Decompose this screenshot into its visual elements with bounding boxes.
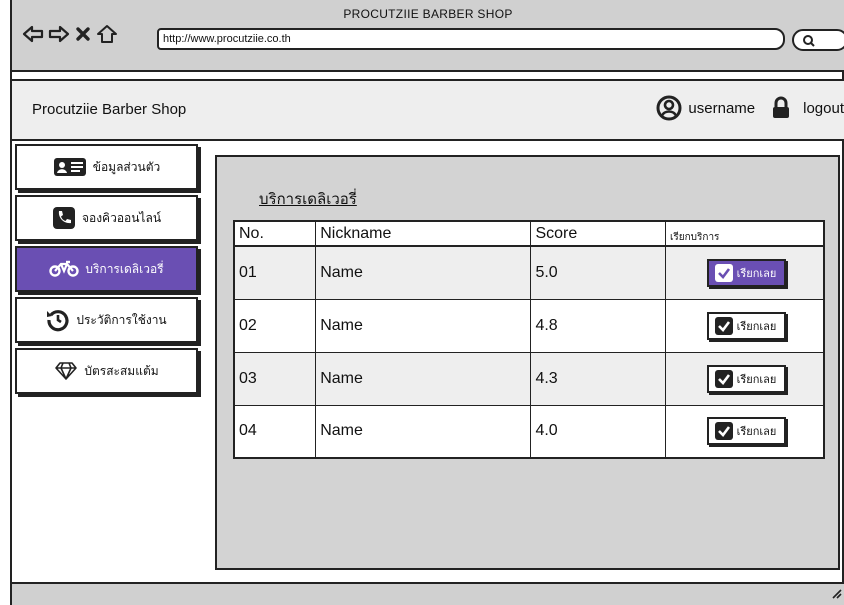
row-no: 02 [233,298,317,353]
row-nickname: Name [315,404,532,459]
checkbox-checked-icon [714,263,733,282]
call-now-button[interactable]: เรียกเลย [706,364,787,393]
sidebar-item-label: ข้อมูลส่วนตัว [92,159,161,174]
logout-link[interactable]: logout [803,100,844,117]
history-icon [46,308,70,332]
sidebar-item-label: บัตรสะสมแต้ม [84,363,159,378]
column-header-no: No. [233,220,317,247]
diamond-icon [54,361,78,381]
column-header-call: เรียกบริการ [664,220,825,247]
username-label[interactable]: username [688,100,755,117]
call-now-label: เรียกเลย [736,425,777,439]
table-row: 03 Name 4.3 เรียกเลย [233,351,825,406]
call-now-button[interactable]: เรียกเลย [706,258,787,287]
checkbox-checked-icon [714,316,733,335]
table-row: 04 Name 4.0 เรียกเลย [233,404,825,459]
row-score: 5.0 [530,245,666,300]
call-now-button[interactable]: เรียกเลย [706,311,787,340]
row-no: 03 [233,351,317,406]
table-header-row: No. Nickname Score เรียกบริการ [233,220,825,247]
user-area: username logout [656,95,844,121]
phone-icon [52,206,76,230]
sidebar-item-label: ประวัติการใช้งาน [76,312,167,327]
row-no: 01 [233,245,317,300]
sidebar-item-points[interactable]: บัตรสะสมแต้ม [15,348,198,394]
call-now-label: เรียกเลย [736,372,777,386]
user-avatar-icon [656,95,682,121]
brand-name: Procutziie Barber Shop [32,101,187,118]
browser-toolbar: PROCUTZIIE BARBER SHOP http://www.procut… [12,0,844,72]
row-call-cell: เรียกเลย [664,404,825,459]
main-panel: บริการเดลิเวอรี่ No. Nickname Score เรีย… [215,155,840,570]
row-no: 04 [233,404,317,459]
row-nickname: Name [315,298,532,353]
row-call-cell: เรียกเลย [664,245,825,300]
call-now-label: เรียกเลย [736,319,777,333]
call-now-button[interactable]: เรียกเลย [706,417,787,446]
row-score: 4.8 [530,298,666,353]
row-call-cell: เรียกเลย [664,351,825,406]
table-row: 02 Name 4.8 เรียกเลย [233,298,825,353]
window-title: PROCUTZIIE BARBER SHOP [343,7,513,21]
row-nickname: Name [315,245,532,300]
status-bar [12,582,844,605]
checkbox-checked-icon [714,369,733,388]
browser-window: PROCUTZIIE BARBER SHOP http://www.procut… [10,0,844,605]
row-score: 4.0 [530,404,666,459]
checkbox-checked-icon [714,422,733,441]
browser-search[interactable] [792,29,844,51]
sidebar-item-booking[interactable]: จองคิวออนไลน์ [15,195,198,241]
delivery-table: No. Nickname Score เรียกบริการ 01 Name 5… [233,220,825,459]
sidebar-item-label: จองคิวออนไลน์ [81,210,162,225]
resize-grip-icon[interactable] [830,584,842,603]
sidebar-item-history[interactable]: ประวัติการใช้งาน [15,297,198,343]
page-title: บริการเดลิเวอรี่ [259,190,357,208]
app-header: Procutziie Barber Shop username logout [12,79,844,141]
home-icon[interactable] [96,24,118,44]
back-arrow-icon[interactable] [22,25,44,43]
forward-arrow-icon[interactable] [48,25,70,43]
sidebar-item-profile[interactable]: ข้อมูลส่วนตัว [15,144,198,190]
row-call-cell: เรียกเลย [664,298,825,353]
sidebar: ข้อมูลส่วนตัว จองคิวออนไลน์ บริการเดลิเว… [12,144,198,399]
browser-nav [22,24,118,44]
column-header-score: Score [530,220,666,247]
motorcycle-icon [49,260,80,278]
table-row: 01 Name 5.0 เรียกเลย [233,245,825,300]
url-field[interactable]: http://www.procutziie.co.th [157,28,785,50]
row-score: 4.3 [530,351,666,406]
sidebar-item-label: บริการเดลิเวอรี่ [85,261,164,276]
id-card-icon [53,157,87,177]
row-nickname: Name [315,351,532,406]
call-now-label: เรียกเลย [736,266,777,280]
lock-icon [771,96,791,120]
column-header-nickname: Nickname [315,220,532,247]
sidebar-item-delivery[interactable]: บริการเดลิเวอรี่ [15,246,198,292]
close-icon[interactable] [74,25,92,43]
